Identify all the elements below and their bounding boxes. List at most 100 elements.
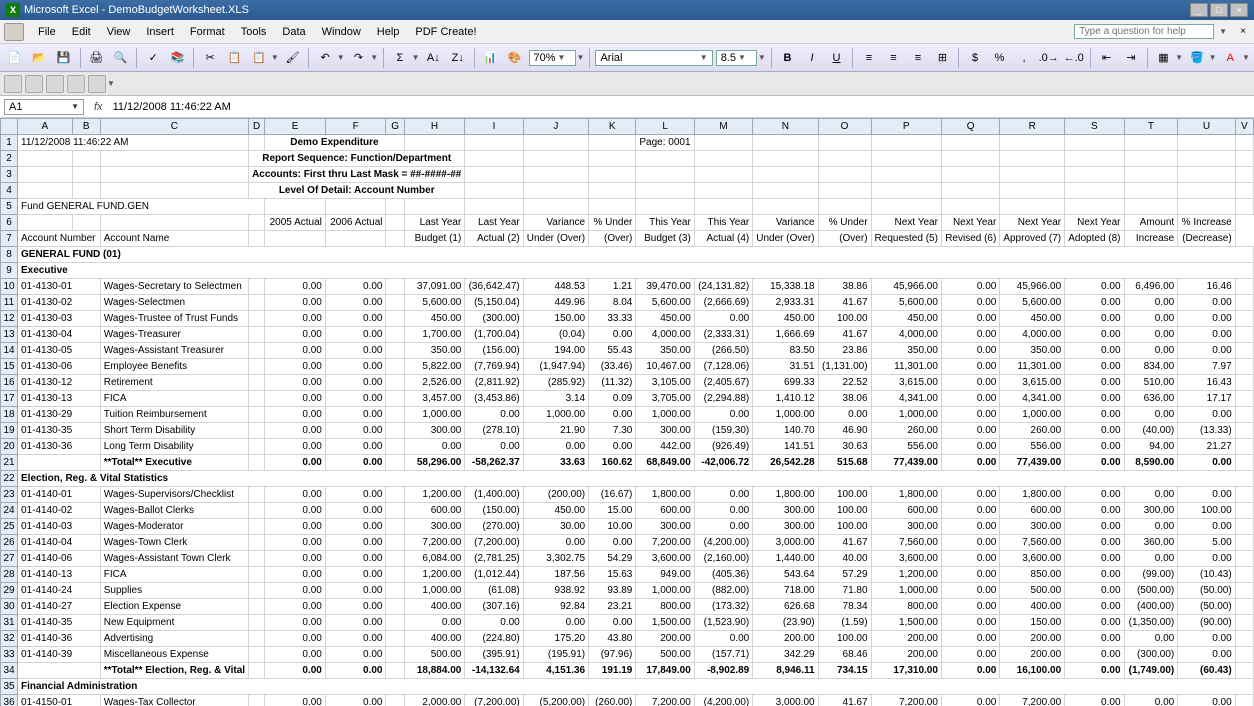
- row-header-34[interactable]: 34: [1, 663, 18, 679]
- row-header-9[interactable]: 9: [1, 263, 18, 279]
- row-header-35[interactable]: 35: [1, 679, 18, 695]
- row-header-32[interactable]: 32: [1, 631, 18, 647]
- underline-icon[interactable]: U: [826, 47, 848, 69]
- font-combo[interactable]: Arial▼: [595, 50, 712, 66]
- cut-icon[interactable]: ✂: [199, 47, 221, 69]
- row-header-1[interactable]: 1: [1, 135, 18, 151]
- percent-icon[interactable]: %: [989, 47, 1011, 69]
- fill-color-icon[interactable]: 🪣: [1186, 47, 1208, 69]
- row-header-11[interactable]: 11: [1, 295, 18, 311]
- fontsize-combo[interactable]: 8.5▼: [716, 50, 757, 66]
- decrease-decimal-icon[interactable]: ←.0: [1063, 47, 1085, 69]
- row-header-15[interactable]: 15: [1, 359, 18, 375]
- row-header-5[interactable]: 5: [1, 199, 18, 215]
- print-icon[interactable]: 🖨: [85, 47, 107, 69]
- row-header-25[interactable]: 25: [1, 519, 18, 535]
- row-header-17[interactable]: 17: [1, 391, 18, 407]
- format-painter-icon[interactable]: 🖌: [282, 47, 304, 69]
- research-icon[interactable]: 📚: [167, 47, 189, 69]
- align-left-icon[interactable]: ≡: [858, 47, 880, 69]
- col-header-H[interactable]: H: [404, 119, 465, 135]
- toolbar-options-2[interactable]: ▼: [758, 53, 766, 62]
- row-header-23[interactable]: 23: [1, 487, 18, 503]
- col-header-G[interactable]: G: [386, 119, 404, 135]
- sort-asc-icon[interactable]: A↓: [423, 47, 445, 69]
- maximize-button[interactable]: □: [1210, 3, 1228, 17]
- workbook-icon[interactable]: [4, 23, 24, 41]
- menu-data[interactable]: Data: [274, 24, 313, 40]
- col-header-A[interactable]: A: [18, 119, 73, 135]
- undo-dropdown[interactable]: ▼: [337, 53, 345, 62]
- row-header-21[interactable]: 21: [1, 455, 18, 471]
- fill-dropdown[interactable]: ▼: [1209, 53, 1217, 62]
- col-header-Q[interactable]: Q: [941, 119, 999, 135]
- currency-icon[interactable]: $: [964, 47, 986, 69]
- row-header-33[interactable]: 33: [1, 647, 18, 663]
- row-header-28[interactable]: 28: [1, 567, 18, 583]
- menu-tools[interactable]: Tools: [233, 24, 275, 40]
- close-button[interactable]: ×: [1230, 3, 1248, 17]
- align-right-icon[interactable]: ≡: [907, 47, 929, 69]
- paste-icon[interactable]: 📋: [248, 47, 270, 69]
- row-header-22[interactable]: 22: [1, 471, 18, 487]
- col-header-N[interactable]: N: [753, 119, 818, 135]
- row-header-27[interactable]: 27: [1, 551, 18, 567]
- worksheet-grid[interactable]: ABCDEFGHIJKLMNOPQRSTUV111/12/2008 11:46:…: [0, 118, 1254, 706]
- row-header-18[interactable]: 18: [1, 407, 18, 423]
- pdf-btn-3[interactable]: [46, 75, 64, 93]
- bold-icon[interactable]: B: [777, 47, 799, 69]
- increase-indent-icon[interactable]: ⇥: [1120, 47, 1142, 69]
- autosum-icon[interactable]: Σ: [389, 47, 411, 69]
- row-header-4[interactable]: 4: [1, 183, 18, 199]
- row-header-12[interactable]: 12: [1, 311, 18, 327]
- help-input[interactable]: [1074, 24, 1214, 39]
- section-35[interactable]: Financial Administration: [18, 679, 1254, 695]
- row-header-10[interactable]: 10: [1, 279, 18, 295]
- undo-icon[interactable]: ↶: [314, 47, 336, 69]
- col-header-D[interactable]: D: [249, 119, 265, 135]
- chart-icon[interactable]: 📊: [480, 47, 502, 69]
- col-header-R[interactable]: R: [1000, 119, 1065, 135]
- decrease-indent-icon[interactable]: ⇤: [1096, 47, 1118, 69]
- name-box[interactable]: A1▼: [4, 99, 84, 115]
- col-header-T[interactable]: T: [1124, 119, 1178, 135]
- print-preview-icon[interactable]: 🔍: [110, 47, 132, 69]
- autosum-dropdown[interactable]: ▼: [412, 53, 420, 62]
- col-header-L[interactable]: L: [636, 119, 694, 135]
- section-22[interactable]: Election, Reg. & Vital Statistics: [18, 471, 1254, 487]
- col-header-E[interactable]: E: [265, 119, 326, 135]
- row-header-24[interactable]: 24: [1, 503, 18, 519]
- doc-close-button[interactable]: ×: [1236, 26, 1250, 37]
- align-center-icon[interactable]: ≡: [883, 47, 905, 69]
- col-header-P[interactable]: P: [871, 119, 941, 135]
- merge-icon[interactable]: ⊞: [932, 47, 954, 69]
- spelling-icon[interactable]: ✓: [142, 47, 164, 69]
- menu-view[interactable]: View: [99, 24, 139, 40]
- pdf-toolbar-options[interactable]: ▼: [107, 79, 115, 88]
- menu-edit[interactable]: Edit: [64, 24, 99, 40]
- copy-icon[interactable]: 📋: [224, 47, 246, 69]
- menu-pdf[interactable]: PDF Create!: [407, 24, 484, 40]
- menu-help[interactable]: Help: [369, 24, 408, 40]
- row-header-36[interactable]: 36: [1, 695, 18, 706]
- row-header-26[interactable]: 26: [1, 535, 18, 551]
- menu-format[interactable]: Format: [182, 24, 233, 40]
- fontcolor-dropdown[interactable]: ▼: [1242, 53, 1250, 62]
- col-header-V[interactable]: V: [1235, 119, 1253, 135]
- col-header-M[interactable]: M: [694, 119, 752, 135]
- fx-icon[interactable]: fx: [88, 101, 109, 113]
- minimize-button[interactable]: _: [1190, 3, 1208, 17]
- col-header-U[interactable]: U: [1178, 119, 1235, 135]
- col-header-J[interactable]: J: [523, 119, 588, 135]
- toolbar-options[interactable]: ▼: [577, 53, 585, 62]
- pdf-btn-1[interactable]: [4, 75, 22, 93]
- pdf-btn-5[interactable]: [88, 75, 106, 93]
- row-header-29[interactable]: 29: [1, 583, 18, 599]
- menu-window[interactable]: Window: [314, 24, 369, 40]
- comma-icon[interactable]: ,: [1013, 47, 1035, 69]
- menu-insert[interactable]: Insert: [138, 24, 182, 40]
- col-header-K[interactable]: K: [589, 119, 636, 135]
- row-header-3[interactable]: 3: [1, 167, 18, 183]
- borders-dropdown[interactable]: ▼: [1175, 53, 1183, 62]
- row-header-13[interactable]: 13: [1, 327, 18, 343]
